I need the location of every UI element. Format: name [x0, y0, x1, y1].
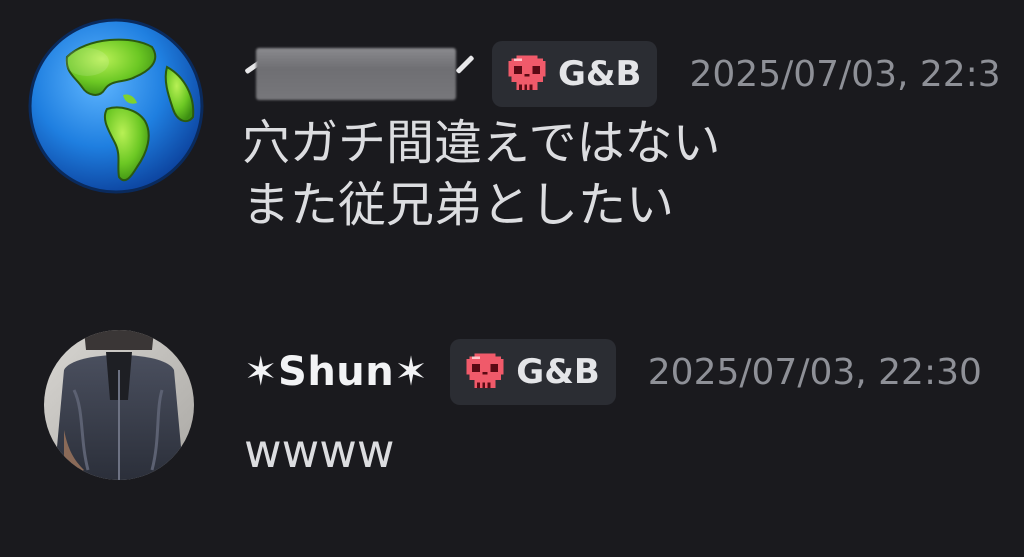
message-line: wwww	[244, 424, 395, 478]
redacted-username[interactable]	[244, 46, 475, 102]
server-tag-badge[interactable]: G&B	[450, 339, 616, 405]
chat-message-list: G&B 2025/07/03, 22:3 穴ガチ間違えではない また従兄弟とした…	[0, 0, 1024, 557]
timestamp: 2025/07/03, 22:3	[689, 53, 1001, 95]
badge-label: G&B	[516, 352, 600, 392]
chat-message: G&B 2025/07/03, 22:3 穴ガチ間違えではない また従兄弟とした…	[0, 0, 1024, 300]
globe-americas-icon	[28, 18, 204, 194]
avatar[interactable]	[27, 17, 205, 195]
message-line: 穴ガチ間違えではない	[242, 115, 721, 171]
user-photo-avatar	[44, 330, 194, 480]
skull-icon	[466, 353, 504, 388]
message-header: ✶Shun✶ G&B 2025/07/03, 22:30	[244, 338, 982, 406]
server-tag-badge[interactable]: G&B	[492, 41, 658, 107]
username[interactable]: ✶Shun✶	[244, 349, 428, 395]
badge-label: G&B	[558, 54, 642, 94]
message-content: wwww	[244, 420, 395, 482]
timestamp: 2025/07/03, 22:30	[647, 351, 982, 393]
message-line: また従兄弟としたい	[242, 177, 675, 233]
avatar[interactable]	[44, 330, 194, 480]
skull-icon	[508, 55, 546, 90]
message-content: 穴ガチ間違えではない また従兄弟としたい	[242, 112, 721, 236]
chat-message: ✶Shun✶ G&B 2025/07/03, 22:30 wwww	[0, 300, 1024, 557]
message-header: G&B 2025/07/03, 22:3	[244, 40, 1001, 108]
